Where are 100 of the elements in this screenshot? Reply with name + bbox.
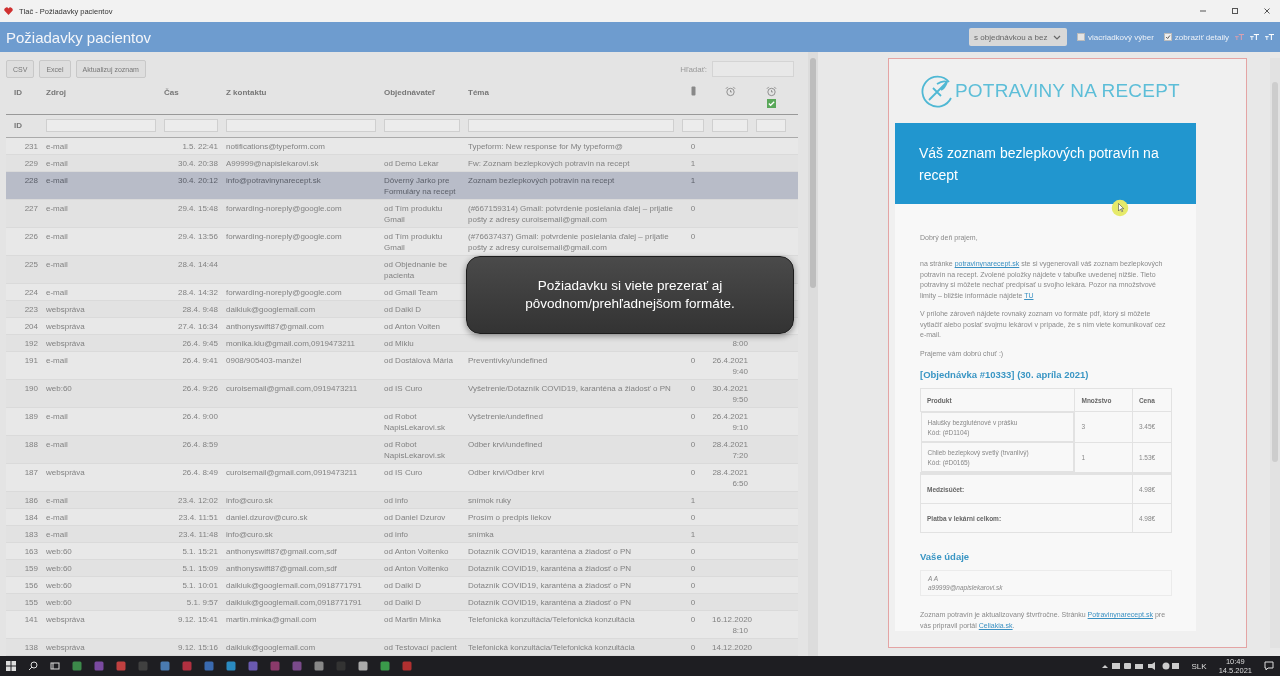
app-icon[interactable] — [358, 661, 368, 671]
table-cell-text: 1 — [689, 158, 697, 170]
table-row[interactable]: 187 webspráva 26.4. 8:49 curoisemail@gmail.com,0919473211 od IS Curo Odber krvi/Odber krvi 0 28.4.2021 6:50 — [6, 464, 798, 492]
table-row[interactable]: 189 e-mail 26.4. 9:00 od Robot NapisLekarovi.sk Vyšetrenie/undefined 0 26.4.2021 9:10 — [6, 408, 798, 436]
table-cell-text: 26.4.2021 9:40 — [711, 355, 749, 378]
table-cell-text: 155 — [23, 597, 39, 609]
checkbox[interactable] — [1077, 33, 1086, 41]
table-row[interactable]: 231 e-mail 1.5. 22:41 notifications@typeform.com Typeform: New response for My typeform@ 0 — [6, 138, 798, 155]
table-row[interactable]: 156 web:60 5.1. 10:01 daikiuk@googlemail.com,0918771791 od Daiki D Dotazník COVID19, karanténa a žiadosť o PN 0 — [6, 577, 798, 594]
column-header[interactable]: Čas — [160, 84, 222, 98]
filter-field[interactable] — [46, 119, 156, 133]
table-cell-text: 1 — [689, 175, 697, 187]
table-cell-text: 227 — [23, 203, 39, 215]
app-icon[interactable] — [72, 661, 82, 671]
filter-field[interactable] — [226, 119, 376, 133]
app-icon[interactable] — [226, 661, 236, 671]
table-cell-text: e-mail — [45, 203, 69, 215]
search-label: Hľadať: — [680, 64, 707, 74]
table-row[interactable]: 163 web:60 5.1. 15:21 anthonyswift87@gmail.com,sdf od Anton Voitenko Dotazník COVID19, karanténa a žiadosť o PN 0 — [6, 543, 798, 560]
maximize-icon[interactable] — [1230, 6, 1240, 16]
column-header[interactable]: ID — [6, 84, 42, 98]
table-cell-text: 163 — [23, 546, 39, 558]
table-cell-text: web:60 — [45, 597, 73, 609]
column-header[interactable]: Téma — [464, 84, 678, 98]
filter-field[interactable] — [682, 119, 704, 133]
table-cell-text: od Tím produktu Gmail — [383, 231, 444, 254]
task-view-icon[interactable] — [50, 661, 60, 671]
filter-field[interactable] — [384, 119, 460, 133]
check-icon — [766, 99, 776, 109]
logo-icon — [921, 74, 955, 108]
search-icon[interactable] — [28, 661, 38, 671]
table-cell-text: od Testovací pacient — [383, 642, 458, 654]
filter-field[interactable] — [164, 119, 218, 133]
table-cell-text: 0 — [689, 512, 697, 524]
table-cell-text: 0 — [689, 580, 697, 592]
table-cell-text: 0 — [689, 546, 697, 558]
table-cell-text: web:60 — [45, 563, 73, 575]
table-cell-text: Telefonická konzultácia/Telefonická konzultácia — [467, 642, 636, 654]
table-cell-text: 192 — [23, 338, 39, 350]
filter-field[interactable] — [712, 119, 748, 133]
table-row[interactable]: 228 e-mail 30.4. 20:12 info@potravinynarecept.sk Dôverný Jarko pre Formuláry na recept Zoznam bezlepkových potravín na recept 1 — [6, 172, 798, 200]
table-cell-text: 5.1. 10:01 — [181, 580, 219, 592]
alarm-clock-icon[interactable] — [765, 86, 777, 98]
app-icon[interactable] — [160, 661, 170, 671]
table-cell-text: 28.4. 14:32 — [176, 287, 219, 299]
table-cell-text: 138 — [23, 642, 39, 654]
table-cell-text: info@curo.sk — [225, 495, 274, 507]
table-cell-text: 186 — [23, 495, 39, 507]
table-row[interactable]: 191 e-mail 26.4. 9:41 0908/905403-manžel od Dostálová Mária Preventívky/undefined 0 26.4.2021 9:40 — [6, 352, 798, 380]
close-icon[interactable] — [1262, 6, 1272, 16]
table-cell-text: 223 — [23, 304, 39, 316]
table-cell-text: 9.12. 15:41 — [176, 614, 219, 626]
checkbox[interactable] — [1163, 33, 1172, 41]
table-cell-text: 23.4. 12:02 — [176, 495, 219, 507]
table-cell-text: 0 — [689, 231, 697, 243]
column-header[interactable]: Z kontaktu — [222, 84, 380, 98]
column-header[interactable]: Objednávateľ — [380, 84, 464, 98]
table-cell-text: e-mail — [45, 259, 69, 271]
table-cell-text: e-mail — [45, 495, 69, 507]
table-cell-text: Dotazník COVID19, karanténa a žiadosť o PN — [467, 546, 633, 558]
filter-dropdown[interactable]: s objednávkou a bez — [969, 28, 1068, 46]
table-cell-text: 23.4. 11:51 — [177, 512, 219, 524]
table-cell-text: od Robot NapisLekarovi.sk — [383, 439, 446, 462]
table-cell-text: 28.4.2021 7:20 — [711, 439, 749, 462]
table-cell-text: od Martin Minka — [383, 614, 442, 626]
app-icon[interactable] — [248, 661, 258, 671]
app-icon[interactable] — [380, 661, 390, 671]
table-cell-text: webspráva — [45, 304, 86, 316]
windows-start-icon[interactable] — [6, 661, 16, 671]
table-cell-text: Dotazník COVID19, karanténa a žiadosť o PN — [467, 597, 633, 609]
table-cell-text: Typeform: New response for My typeform@ — [467, 141, 624, 153]
checkbox-label: zobraziť detaily — [1174, 32, 1229, 42]
language-indicator[interactable]: SLK — [1191, 661, 1207, 671]
table-cell-text: 23.4. 11:48 — [177, 529, 219, 541]
table-cell-text: daikiuk@googlemail.com,0918771791 — [225, 580, 363, 592]
filter-field[interactable] — [468, 119, 674, 133]
table-cell-text: 29.4. 13:56 — [176, 231, 219, 243]
app-icon[interactable] — [204, 661, 214, 671]
table-row[interactable]: 184 e-mail 23.4. 11:51 daniel.dzurov@curo.sk od Daniel Dzurov Prosím o predpis liekov 0 — [6, 509, 798, 526]
table-row[interactable]: 226 e-mail 29.4. 13:56 forwarding-noreply@google.com od Tím produktu Gmail (#76637437) Gmail: potvrdenie posielania ďalej – prijatie pošty z adresy curoisemail@gmail.com 0 — [6, 228, 798, 256]
table-cell-text: 27.4. 16:34 — [176, 321, 219, 333]
scrollbar-thumb[interactable] — [810, 58, 816, 288]
text-size-icon[interactable] — [1250, 33, 1259, 41]
table-cell-text: web:60 — [45, 546, 73, 558]
filter-field[interactable] — [756, 119, 786, 133]
text-size-icon[interactable] — [1265, 33, 1274, 41]
table-cell-text: Zoznam bezlepkových potravín na recept — [467, 175, 616, 187]
table-cell-text: 30.4.2021 9:50 — [711, 383, 749, 406]
table-cell-text: od info — [383, 495, 410, 507]
caret-icon — [1053, 34, 1062, 40]
column-header[interactable]: Zdroj — [42, 84, 160, 98]
table-cell-text: e-mail — [45, 231, 69, 243]
table-row[interactable]: 141 webspráva 9.12. 15:41 martin.minka@gmail.com od Martin Minka Telefonická konzultácia/Telefonická konzultácia 0 16.12.2020 8:10 — [6, 611, 798, 639]
app-icon[interactable] — [116, 661, 126, 671]
notification-icon[interactable] — [1264, 661, 1274, 671]
phone-icon[interactable] — [690, 86, 696, 97]
table-cell-text: e-mail — [45, 439, 69, 451]
alarm-clock-icon[interactable] — [724, 86, 736, 98]
table-cell-text: curoisemail@gmail.com,0919473211 — [225, 467, 359, 479]
app-icon[interactable] — [314, 661, 324, 671]
